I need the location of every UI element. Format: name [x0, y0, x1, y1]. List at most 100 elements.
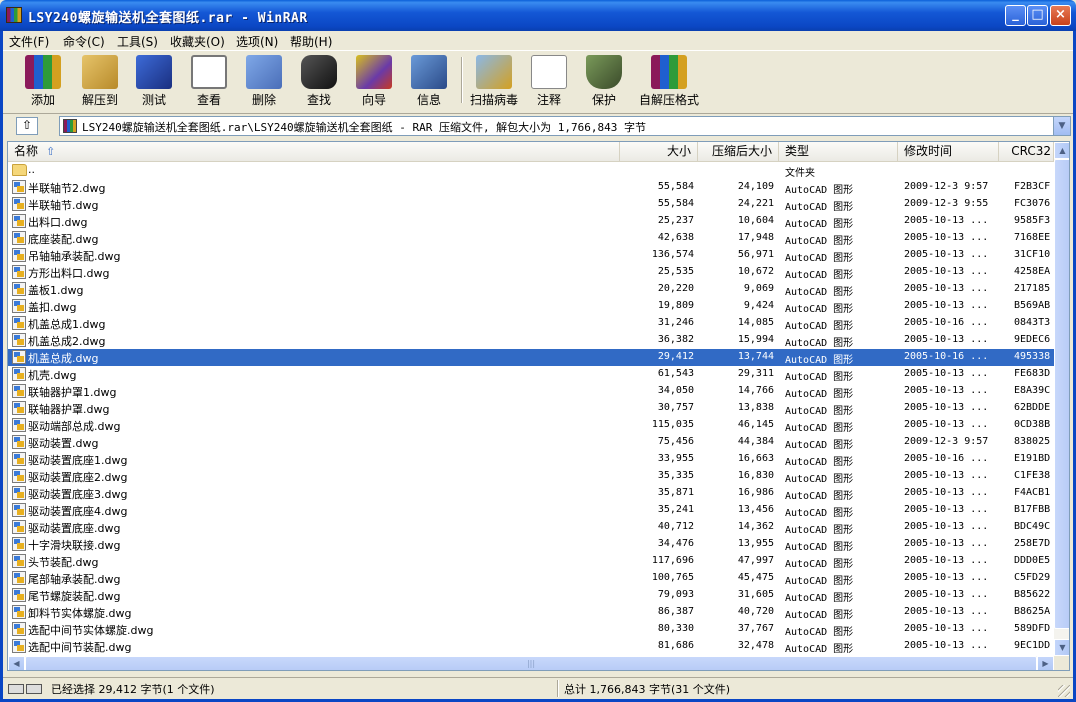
- column-name-header[interactable]: 名称 ⇧: [8, 142, 620, 162]
- file-name: 机盖总成1.dwg: [28, 318, 106, 331]
- add-archive-icon: [25, 55, 61, 89]
- horizontal-scroll-thumb[interactable]: |||: [25, 656, 1037, 670]
- maximize-button[interactable]: □: [1027, 5, 1048, 26]
- file-crc: 9585F3: [1014, 215, 1051, 226]
- table-row[interactable]: 驱动装置底座2.dwg 35,335 16,830 AutoCAD 图形 2005-10…: [8, 468, 1054, 485]
- menu-options[interactable]: 选项(N): [236, 33, 278, 50]
- protect-button[interactable]: 保护: [574, 53, 634, 109]
- table-row[interactable]: 联轴器护罩.dwg 30,757 13,838 AutoCAD 图形 2005-10-1…: [8, 400, 1054, 417]
- file-type: AutoCAD 图形: [785, 253, 854, 264]
- vertical-scroll-thumb[interactable]: [1054, 159, 1069, 629]
- parent-folder-row[interactable]: .. 文件夹: [8, 162, 1054, 179]
- winrar-app-icon[interactable]: [6, 7, 22, 23]
- close-button[interactable]: ×: [1050, 5, 1071, 26]
- file-crc: 0CD38B: [1014, 419, 1051, 430]
- table-row[interactable]: 驱动装置底座.dwg 40,712 14,362 AutoCAD 图形 2005-10-…: [8, 519, 1054, 536]
- address-field[interactable]: LSY240螺旋输送机全套图纸.rar\LSY240螺旋输送机全套图纸 - RA…: [59, 116, 1071, 136]
- table-row[interactable]: 卸料节实体螺旋.dwg 86,387 40,720 AutoCAD 图形 2005-10…: [8, 604, 1054, 621]
- file-size: 36,382: [657, 334, 694, 345]
- dwg-file-icon: [12, 197, 26, 211]
- column-modified-header[interactable]: 修改时间: [898, 142, 999, 162]
- table-row[interactable]: 方形出料口.dwg 25,535 10,672 AutoCAD 图形 2005-10-1…: [8, 264, 1054, 281]
- scroll-up-button[interactable]: ▲: [1054, 142, 1069, 159]
- table-row[interactable]: 尾部轴承装配.dwg 100,765 45,475 AutoCAD 图形 2005-10…: [8, 570, 1054, 587]
- view-button[interactable]: 查看: [179, 53, 239, 109]
- file-packed-size: 47,997: [737, 555, 774, 566]
- virus-scan-button[interactable]: 扫描病毒: [464, 53, 524, 109]
- scroll-right-button[interactable]: ▶: [1037, 656, 1054, 670]
- column-type-header[interactable]: 类型: [779, 142, 898, 162]
- file-crc: 258E7D: [1014, 538, 1051, 549]
- file-type: AutoCAD 图形: [785, 236, 854, 247]
- dwg-file-icon: [12, 639, 26, 653]
- table-row[interactable]: 半联轴节2.dwg 55,584 24,109 AutoCAD 图形 2009-12-3…: [8, 179, 1054, 196]
- table-row[interactable]: 选配中间节实体螺旋.dwg 80,330 37,767 AutoCAD 图形 2005-…: [8, 621, 1054, 638]
- table-row[interactable]: 机盖总成2.dwg 36,382 15,994 AutoCAD 图形 2005-10-1…: [8, 332, 1054, 349]
- file-modified: 2005-10-13 ...: [904, 538, 989, 549]
- table-row[interactable]: 底座装配.dwg 42,638 17,948 AutoCAD 图形 2005-10-13…: [8, 230, 1054, 247]
- scroll-left-button[interactable]: ◀: [8, 656, 25, 670]
- menu-commands[interactable]: 命令(C): [63, 33, 105, 50]
- file-type: AutoCAD 图形: [785, 525, 854, 536]
- menu-file[interactable]: 文件(F): [9, 33, 49, 50]
- file-crc: B569AB: [1014, 300, 1051, 311]
- table-row[interactable]: 机盖总成1.dwg 31,246 14,085 AutoCAD 图形 2005-10-1…: [8, 315, 1054, 332]
- table-row[interactable]: 半联轴节.dwg 55,584 24,221 AutoCAD 图形 2009-12-3 …: [8, 196, 1054, 213]
- table-row[interactable]: 盖扣.dwg 19,809 9,424 AutoCAD 图形 2005-10-13 ..…: [8, 298, 1054, 315]
- address-dropdown-button[interactable]: ▼: [1053, 117, 1070, 135]
- table-row[interactable]: 驱动装置底座4.dwg 35,241 13,456 AutoCAD 图形 2005-10…: [8, 502, 1054, 519]
- find-button[interactable]: 查找: [289, 53, 349, 109]
- file-list[interactable]: 名称 ⇧ 大小 压缩后大小 类型 修改时间 CRC32 .. 文件夹 半联轴节2.…: [7, 141, 1070, 671]
- menu-tools[interactable]: 工具(S): [117, 33, 158, 50]
- test-button[interactable]: 测试: [124, 53, 184, 109]
- extract-to-button[interactable]: 解压到: [70, 53, 130, 109]
- table-row[interactable]: 驱动装置底座3.dwg 35,871 16,986 AutoCAD 图形 2005-10…: [8, 485, 1054, 502]
- file-packed-size: 16,663: [737, 453, 774, 464]
- file-name: 驱动端部总成.dwg: [28, 420, 121, 433]
- table-row[interactable]: 驱动装置.dwg 75,456 44,384 AutoCAD 图形 2009-12-3 …: [8, 434, 1054, 451]
- table-row[interactable]: 驱动装置底座1.dwg 33,955 16,663 AutoCAD 图形 2005-10…: [8, 451, 1054, 468]
- file-modified: 2005-10-16 ...: [904, 317, 989, 328]
- table-row[interactable]: 吊轴轴承装配.dwg 136,574 56,971 AutoCAD 图形 2005-10…: [8, 247, 1054, 264]
- file-size: 115,035: [651, 419, 694, 430]
- sfx-button[interactable]: 自解压格式: [639, 53, 699, 109]
- file-crc: FC3076: [1014, 198, 1051, 209]
- file-size: 61,543: [657, 368, 694, 379]
- menu-favorites[interactable]: 收藏夹(O): [170, 33, 225, 50]
- table-row[interactable]: 出料口.dwg 25,237 10,604 AutoCAD 图形 2005-10-13 …: [8, 213, 1054, 230]
- info-button[interactable]: 信息: [399, 53, 459, 109]
- file-crc: 62BDDE: [1014, 402, 1051, 413]
- up-folder-button[interactable]: ⇧: [16, 117, 38, 135]
- file-packed-size: 14,766: [737, 385, 774, 396]
- column-crc-header[interactable]: CRC32: [999, 142, 1054, 162]
- table-row[interactable]: 机壳.dwg 61,543 29,311 AutoCAD 图形 2005-10-13 .…: [8, 366, 1054, 383]
- table-row[interactable]: 机盖总成.dwg 29,412 13,744 AutoCAD 图形 2005-10-16…: [8, 349, 1054, 366]
- drive-lock-icon[interactable]: [8, 683, 46, 695]
- title-bar[interactable]: LSY240螺旋输送机全套图纸.rar - WinRAR _ □ ×: [0, 0, 1076, 31]
- comment-button[interactable]: 注释: [519, 53, 579, 109]
- horizontal-scrollbar[interactable]: ◀ ||| ▶: [8, 656, 1054, 670]
- delete-button[interactable]: 删除: [234, 53, 294, 109]
- add-button[interactable]: 添加: [13, 53, 73, 109]
- resize-grip[interactable]: [1058, 685, 1070, 697]
- file-name: 方形出料口.dwg: [28, 267, 110, 280]
- table-row[interactable]: 尾节螺旋装配.dwg 79,093 31,605 AutoCAD 图形 2005-10-…: [8, 587, 1054, 604]
- file-crc: 7168EE: [1014, 232, 1051, 243]
- table-row[interactable]: 选配中间节装配.dwg 81,686 32,478 AutoCAD 图形 2005-10…: [8, 638, 1054, 655]
- scrollbar-corner: [1054, 656, 1069, 670]
- file-type: AutoCAD 图形: [785, 508, 854, 519]
- table-row[interactable]: 十字滑块联接.dwg 34,476 13,955 AutoCAD 图形 2005-10-…: [8, 536, 1054, 553]
- vertical-scrollbar[interactable]: ▲ ▼: [1054, 142, 1069, 656]
- table-row[interactable]: 盖板1.dwg 20,220 9,069 AutoCAD 图形 2005-10-13 .…: [8, 281, 1054, 298]
- scroll-down-button[interactable]: ▼: [1054, 639, 1069, 656]
- table-row[interactable]: 头节装配.dwg 117,696 47,997 AutoCAD 图形 2005-10-1…: [8, 553, 1054, 570]
- minimize-button[interactable]: _: [1005, 5, 1026, 26]
- file-type: AutoCAD 图形: [785, 627, 854, 638]
- wizard-button[interactable]: 向导: [344, 53, 404, 109]
- file-type: AutoCAD 图形: [785, 338, 854, 349]
- table-row[interactable]: 联轴器护罩1.dwg 34,050 14,766 AutoCAD 图形 2005-10-…: [8, 383, 1054, 400]
- column-packed-header[interactable]: 压缩后大小: [698, 142, 779, 162]
- menu-help[interactable]: 帮助(H): [290, 33, 332, 50]
- column-size-header[interactable]: 大小: [620, 142, 698, 162]
- table-row[interactable]: 驱动端部总成.dwg 115,035 46,145 AutoCAD 图形 2005-10…: [8, 417, 1054, 434]
